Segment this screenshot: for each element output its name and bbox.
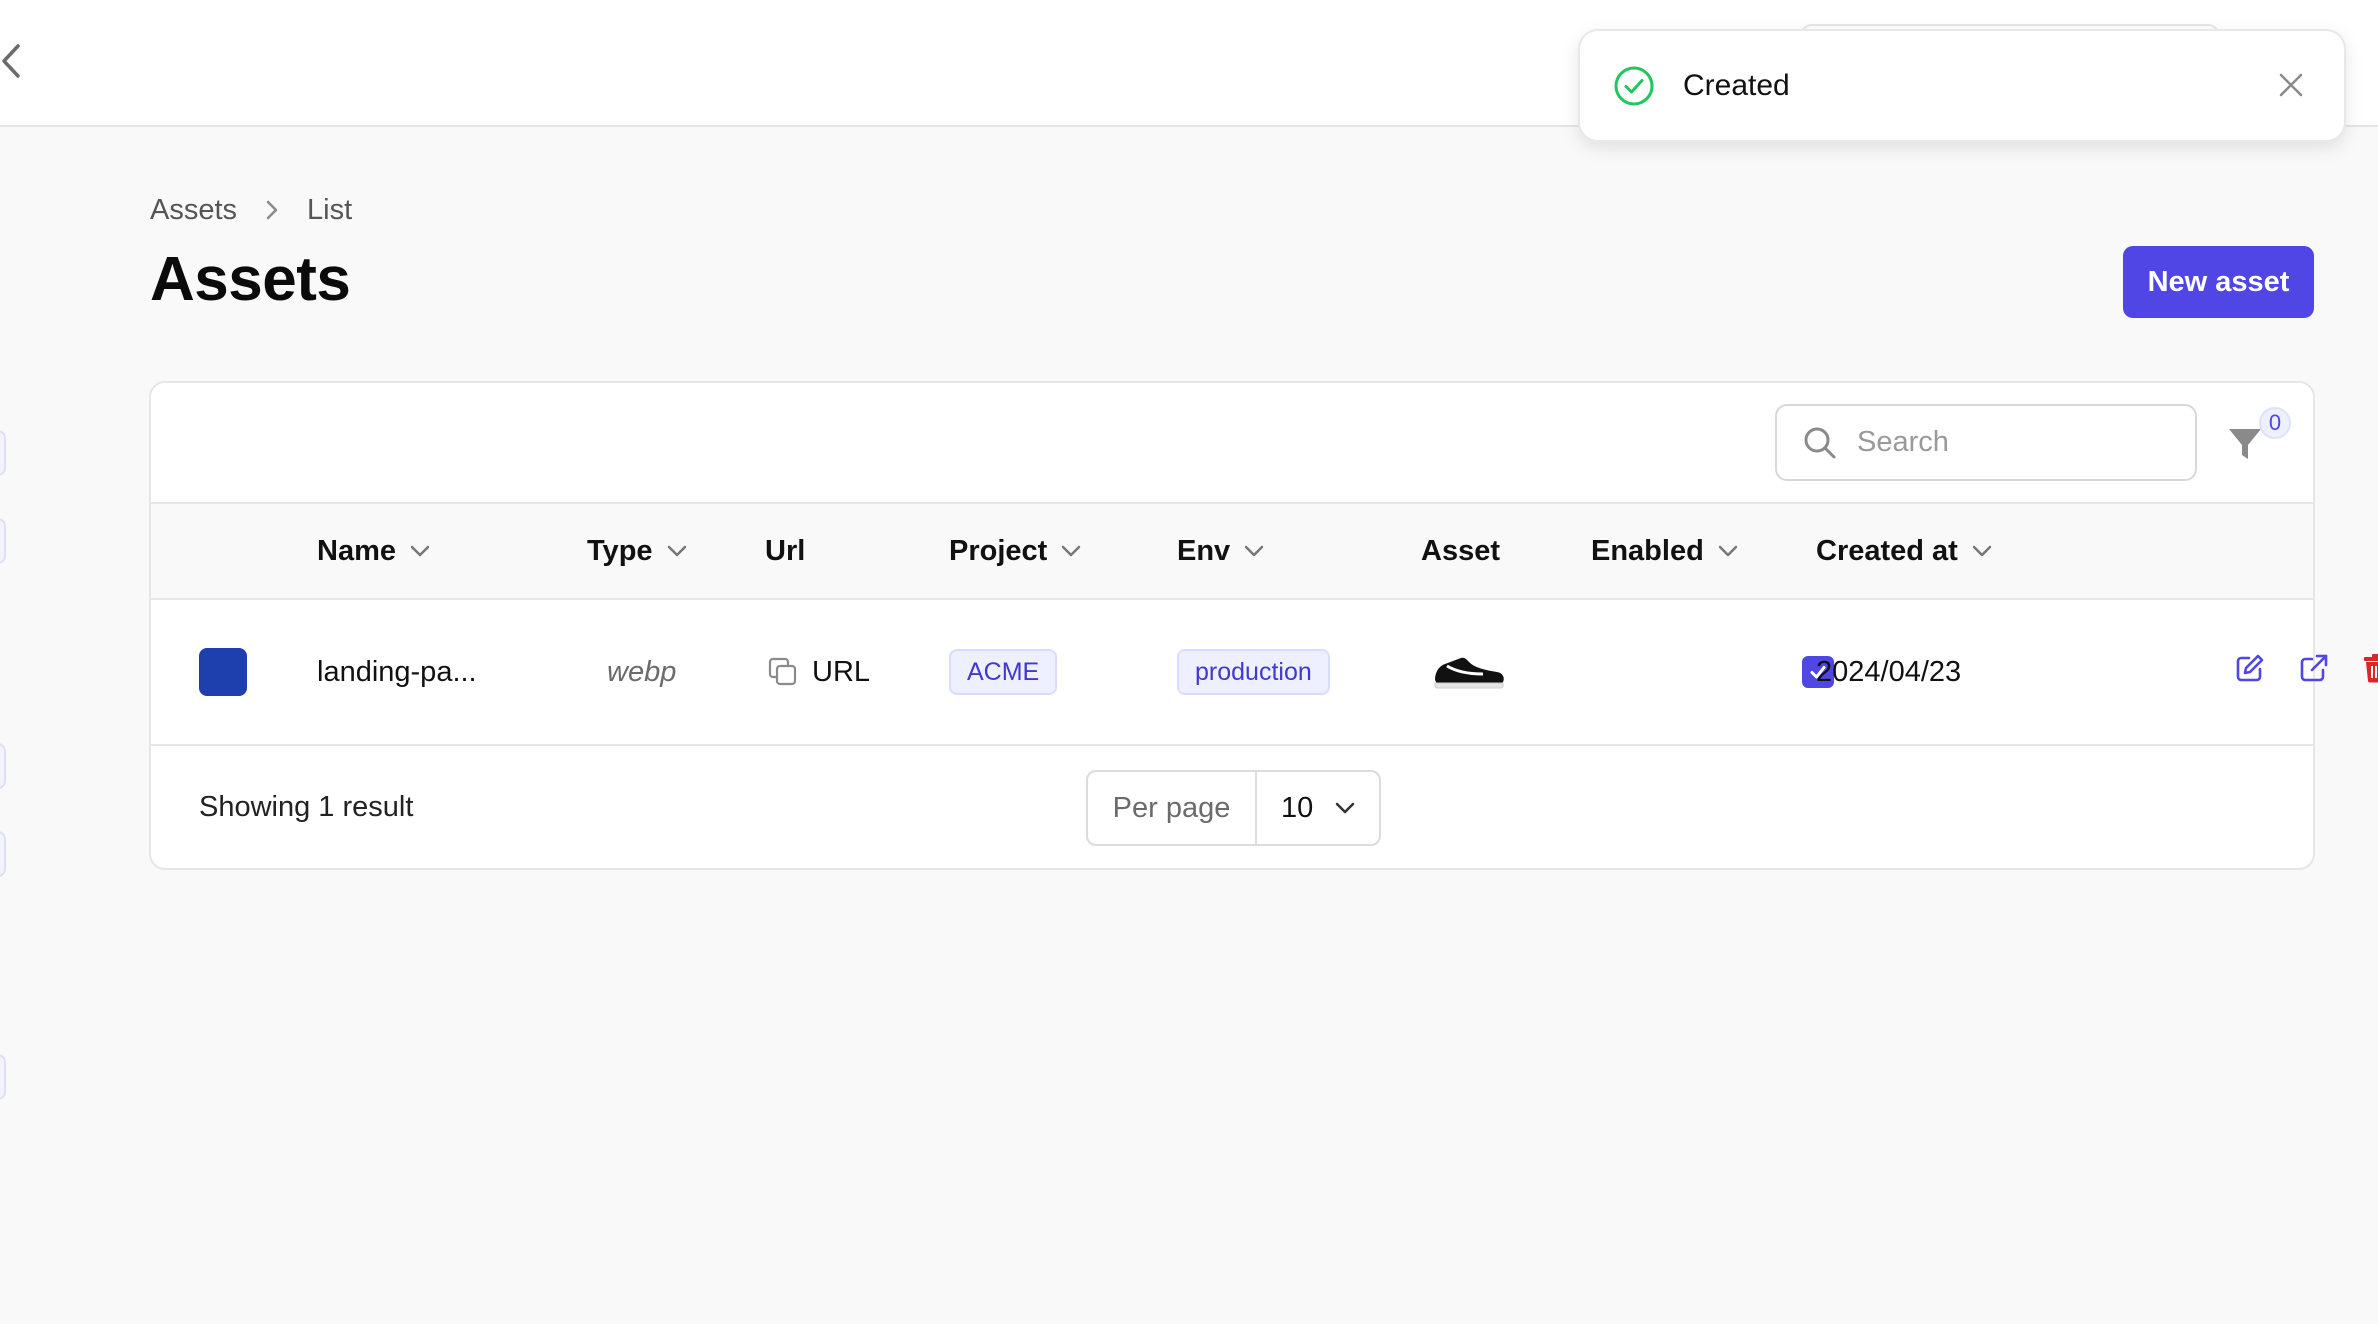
filter-icon xyxy=(2229,429,2261,459)
created-at-cell: 2024/04/23 xyxy=(1816,655,1962,688)
column-label: Type xyxy=(587,534,653,567)
sidebar-item[interactable] xyxy=(0,518,6,564)
delete-button[interactable] xyxy=(2363,653,2378,683)
result-count: Showing 1 result xyxy=(199,790,414,823)
filter-count-badge: 0 xyxy=(2259,407,2291,439)
chevron-down-icon xyxy=(1972,545,1992,557)
name-cell[interactable]: landing-pa... xyxy=(317,600,477,744)
type-cell: webp xyxy=(607,655,677,688)
sidebar-item[interactable] xyxy=(0,430,6,476)
breadcrumb-item-assets[interactable]: Assets xyxy=(150,194,237,227)
per-page-select[interactable]: Per page 10 xyxy=(1086,770,1381,846)
url-copy-button[interactable]: URL xyxy=(768,600,870,744)
external-link-icon xyxy=(2300,654,2328,682)
chevron-down-icon xyxy=(410,545,430,557)
column-label: Project xyxy=(949,534,1048,567)
table-header: Name Type Url Project Env Asset Enabled … xyxy=(151,502,2313,600)
table-footer: Showing 1 result Per page 10 xyxy=(151,746,2313,868)
per-page-label: Per page xyxy=(1088,772,1257,844)
column-label: Enabled xyxy=(1591,534,1704,567)
url-label: URL xyxy=(812,655,871,688)
close-icon xyxy=(2279,73,2303,97)
edit-button[interactable] xyxy=(2235,653,2265,683)
chevron-left-icon xyxy=(2,44,20,78)
search-icon xyxy=(1804,427,1836,458)
column-header-enabled[interactable]: Enabled xyxy=(1591,504,1738,598)
copy-icon xyxy=(768,657,798,687)
chevron-right-icon xyxy=(265,199,279,221)
column-label: Env xyxy=(1177,534,1231,567)
sidebar-item[interactable] xyxy=(0,831,6,877)
filter-button[interactable]: 0 xyxy=(2223,407,2293,471)
chevron-down-icon xyxy=(1335,802,1355,814)
breadcrumb-item-list: List xyxy=(307,193,353,226)
per-page-value[interactable]: 10 xyxy=(1257,772,1379,844)
column-header-env[interactable]: Env xyxy=(1177,504,1264,598)
column-header-type[interactable]: Type xyxy=(587,504,687,598)
project-badge: ACME xyxy=(949,649,1058,695)
sidebar-item[interactable] xyxy=(0,1054,6,1100)
project-cell: ACME xyxy=(949,600,1058,744)
chevron-down-icon xyxy=(667,545,687,557)
back-button[interactable] xyxy=(0,38,30,84)
column-header-url: Url xyxy=(765,504,805,598)
chevron-down-icon xyxy=(1718,545,1738,557)
env-badge: production xyxy=(1177,649,1330,695)
toast-close-button[interactable] xyxy=(2274,68,2308,102)
per-page-selected: 10 xyxy=(1281,791,1314,824)
edit-icon xyxy=(2236,654,2264,682)
column-header-asset: Asset xyxy=(1421,504,1500,598)
chevron-down-icon xyxy=(1061,545,1081,557)
toast-message: Created xyxy=(1683,68,1790,102)
column-header-project[interactable]: Project xyxy=(949,504,1081,598)
page-title: Assets xyxy=(150,245,351,314)
column-header-name[interactable]: Name xyxy=(317,504,430,598)
asset-cell xyxy=(1431,600,1507,744)
success-toast: Created xyxy=(1578,29,2346,142)
color-swatch xyxy=(199,648,247,696)
column-label: Asset xyxy=(1421,534,1500,567)
new-asset-button[interactable]: New asset xyxy=(2123,246,2314,318)
search-input[interactable]: Search xyxy=(1775,404,2197,481)
open-external-button[interactable] xyxy=(2299,653,2329,683)
color-cell xyxy=(199,600,247,744)
sneaker-thumbnail-icon xyxy=(1434,657,1504,689)
breadcrumb: Assets List xyxy=(150,190,352,230)
check-circle-icon xyxy=(1613,65,1655,107)
trash-icon xyxy=(2364,654,2378,683)
column-label: Url xyxy=(765,534,806,567)
column-label: Name xyxy=(317,534,396,567)
chevron-down-icon xyxy=(1244,545,1264,557)
sidebar-item[interactable] xyxy=(0,743,6,789)
column-header-created-at[interactable]: Created at xyxy=(1816,504,1992,598)
column-label: Created at xyxy=(1816,534,1958,567)
assets-table-card: Search 0 Name Type Url Project Env Asset… xyxy=(149,381,2378,870)
search-placeholder: Search xyxy=(1857,426,1949,458)
table-row[interactable]: landing-pa... webp URL ACME production 2… xyxy=(151,600,2378,746)
env-cell: production xyxy=(1177,600,1330,744)
